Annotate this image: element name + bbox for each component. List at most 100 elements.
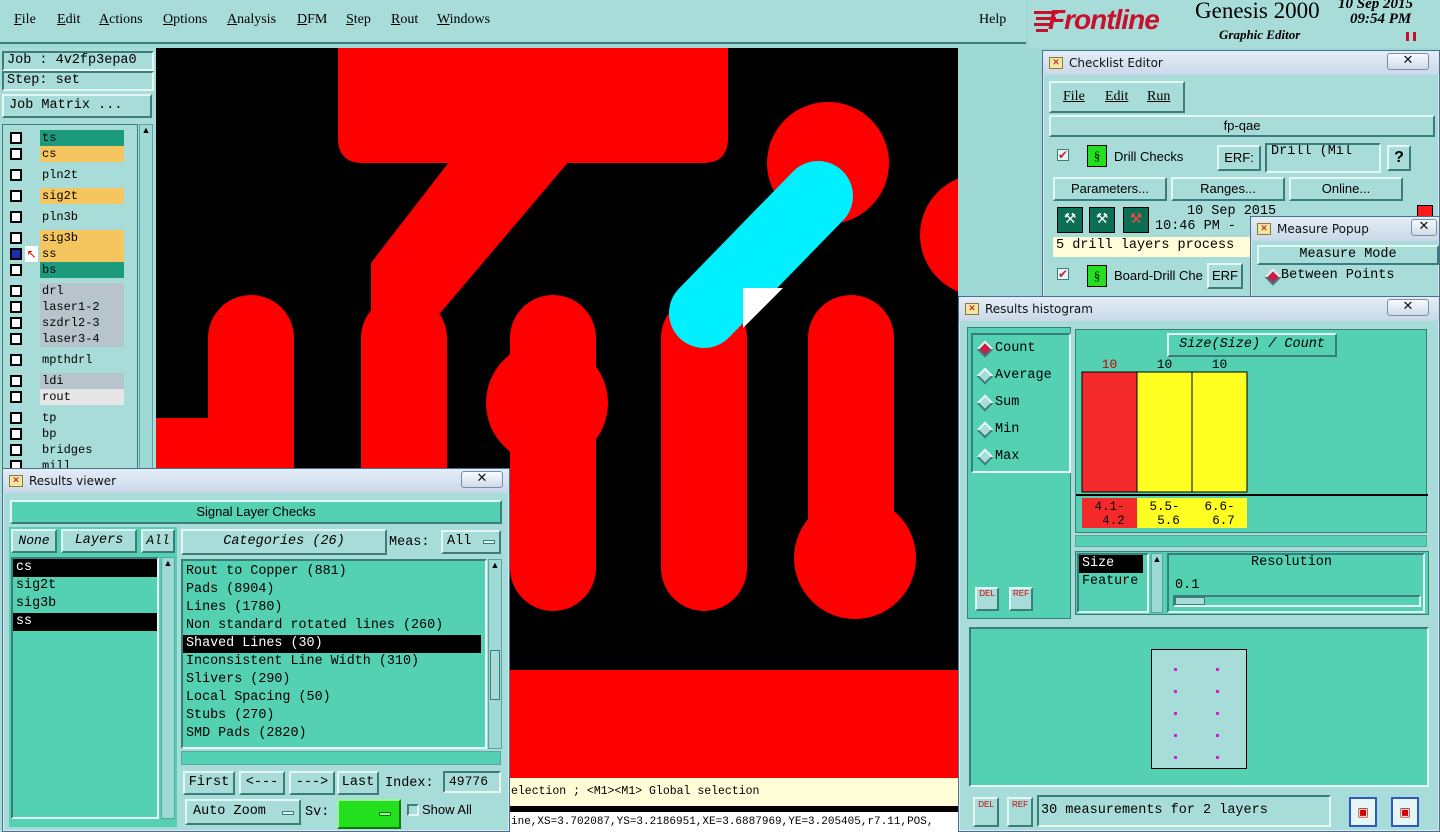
close-icon[interactable]: ✕ (1411, 219, 1437, 236)
erf-button-2[interactable]: ERF (1207, 263, 1243, 289)
category-item[interactable]: Shaved Lines (30) (183, 635, 481, 653)
result-layer-item[interactable]: sig3b (13, 595, 157, 613)
all-layers-button[interactable]: All (141, 529, 175, 553)
export-icon[interactable]: ▣ (1349, 797, 1377, 827)
category-item[interactable]: Non standard rotated lines (260) (183, 617, 485, 635)
layer-checkbox[interactable] (10, 391, 22, 403)
layer-row-ts[interactable]: ts (6, 130, 124, 146)
job-matrix-button[interactable]: Job Matrix ... (2, 94, 152, 118)
import-icon[interactable]: ▣ (1391, 797, 1419, 827)
run-selected-icon[interactable]: ⚒ (1089, 207, 1115, 233)
attribute-item[interactable]: Size (1079, 555, 1143, 573)
checklist-menu-run[interactable]: Run (1147, 89, 1170, 105)
mode-sum[interactable]: Sum (973, 393, 1069, 413)
layer-row-sig2t[interactable]: sig2t (6, 188, 124, 204)
scroll-thumb[interactable] (490, 650, 500, 700)
scroll-up-icon[interactable]: ▲ (1152, 554, 1162, 564)
layer-row-bs[interactable]: bs (6, 262, 124, 278)
layer-row-rout[interactable]: rout (6, 389, 124, 405)
close-icon[interactable]: ✕ (1387, 299, 1429, 316)
menu-step[interactable]: Step (346, 12, 371, 28)
layer-checkbox[interactable] (10, 428, 22, 440)
parameters-button[interactable]: Parameters... (1053, 177, 1167, 201)
last-button[interactable]: Last (337, 771, 379, 795)
del-button-footer[interactable]: DEL (973, 797, 999, 827)
between-points-radio[interactable] (1264, 268, 1282, 286)
attribute-scrollbar[interactable]: ▲ (1151, 553, 1163, 613)
histogram-bar[interactable] (1136, 371, 1193, 493)
stop-run-icon[interactable]: ⚒ (1123, 207, 1149, 233)
erf-value-field[interactable]: Drill (Mil (1265, 143, 1381, 173)
drill-checks-checkbox[interactable]: ✔ (1057, 149, 1069, 161)
sv-color-select[interactable] (337, 799, 401, 829)
results-histogram-titlebar[interactable]: ✕ Results histogram ✕ (959, 297, 1439, 321)
layer-result-scrollbar[interactable]: ▲ (161, 557, 175, 819)
layer-checkbox[interactable] (10, 190, 22, 202)
layer-row-szdrl2-3[interactable]: szdrl2-3 (6, 315, 124, 331)
online-button[interactable]: Online... (1289, 177, 1403, 201)
layer-checkbox[interactable] (10, 248, 22, 260)
histogram-bar[interactable] (1191, 371, 1248, 493)
category-item[interactable]: Rout to Copper (881) (183, 563, 485, 581)
meas-select[interactable]: All (441, 530, 501, 554)
next-button[interactable]: ---> (289, 771, 335, 795)
ref-button[interactable]: REF (1009, 587, 1033, 611)
scroll-up-icon[interactable]: ▲ (162, 558, 174, 568)
layer-checkbox[interactable] (10, 412, 22, 424)
preview-thumbnail[interactable] (1151, 649, 1247, 769)
layer-checkbox[interactable] (10, 375, 22, 387)
checklist-menu-edit[interactable]: Edit (1105, 89, 1128, 105)
mode-average[interactable]: Average (973, 366, 1069, 386)
measure-popup-titlebar[interactable]: ✕ Measure Popup ✕ (1251, 217, 1439, 241)
menu-options[interactable]: Options (163, 12, 207, 28)
between-points-label[interactable]: Between Points (1281, 268, 1394, 283)
layer-list-scrollbar[interactable]: ▲ (139, 124, 153, 524)
layer-row-sig3b[interactable]: sig3b (6, 230, 124, 246)
categories-button[interactable]: Categories (26) (181, 529, 387, 555)
layer-checkbox[interactable] (10, 211, 22, 223)
slider-thumb[interactable] (1175, 597, 1205, 605)
layer-checkbox[interactable] (10, 444, 22, 456)
category-item[interactable]: Local Spacing (50) (183, 689, 485, 707)
close-icon[interactable]: ✕ (1387, 53, 1429, 70)
resolution-slider[interactable] (1173, 595, 1421, 607)
layer-checkbox[interactable] (10, 148, 22, 160)
layer-row-tp[interactable]: tp (6, 410, 124, 426)
category-item[interactable]: Lines (1780) (183, 599, 485, 617)
layer-row-cs[interactable]: cs (6, 146, 124, 162)
layer-row-bridges[interactable]: bridges (6, 442, 124, 458)
radio-icon[interactable] (976, 421, 994, 439)
menu-windows[interactable]: Windows (437, 12, 490, 28)
scroll-up-icon[interactable]: ▲ (140, 125, 152, 135)
category-hscroll[interactable] (181, 751, 501, 765)
layer-checkbox[interactable] (10, 317, 22, 329)
ranges-button[interactable]: Ranges... (1171, 177, 1285, 201)
menu-dfm[interactable]: DFM (297, 12, 327, 28)
layer-row-ldi[interactable]: ldi (6, 373, 124, 389)
category-scrollbar[interactable]: ▲ (488, 559, 502, 749)
layer-row-pln2t[interactable]: pln2t (6, 167, 124, 183)
layer-row-laser1-2[interactable]: laser1-2 (6, 299, 124, 315)
result-layer-item[interactable]: sig2t (13, 577, 157, 595)
run-icon[interactable]: ⚒ (1057, 207, 1083, 233)
layer-row-ss[interactable]: ↖ ss (6, 246, 124, 262)
help-button[interactable]: ? (1387, 145, 1411, 171)
first-button[interactable]: First (183, 771, 235, 795)
show-all-checkbox[interactable] (407, 804, 419, 816)
layer-checkbox[interactable] (10, 132, 22, 144)
menu-help[interactable]: Help (979, 12, 1006, 28)
layer-row-drl[interactable]: drl (6, 283, 124, 299)
ref-button-footer[interactable]: REF (1007, 797, 1033, 827)
chart-hscroll[interactable] (1075, 535, 1427, 547)
none-button[interactable]: None (11, 529, 57, 553)
menu-edit[interactable]: Edit (57, 12, 80, 28)
menu-actions[interactable]: Actions (99, 12, 143, 28)
prev-button[interactable]: <--- (239, 771, 285, 795)
layer-row-mpthdrl[interactable]: mpthdrl (6, 352, 124, 368)
category-item[interactable]: Stubs (270) (183, 707, 485, 725)
del-button[interactable]: DEL (975, 587, 999, 611)
histogram-bar[interactable] (1081, 371, 1138, 493)
category-item[interactable]: Inconsistent Line Width (310) (183, 653, 485, 671)
menu-file[interactable]: File (14, 12, 36, 28)
category-item[interactable]: Pads (8904) (183, 581, 485, 599)
